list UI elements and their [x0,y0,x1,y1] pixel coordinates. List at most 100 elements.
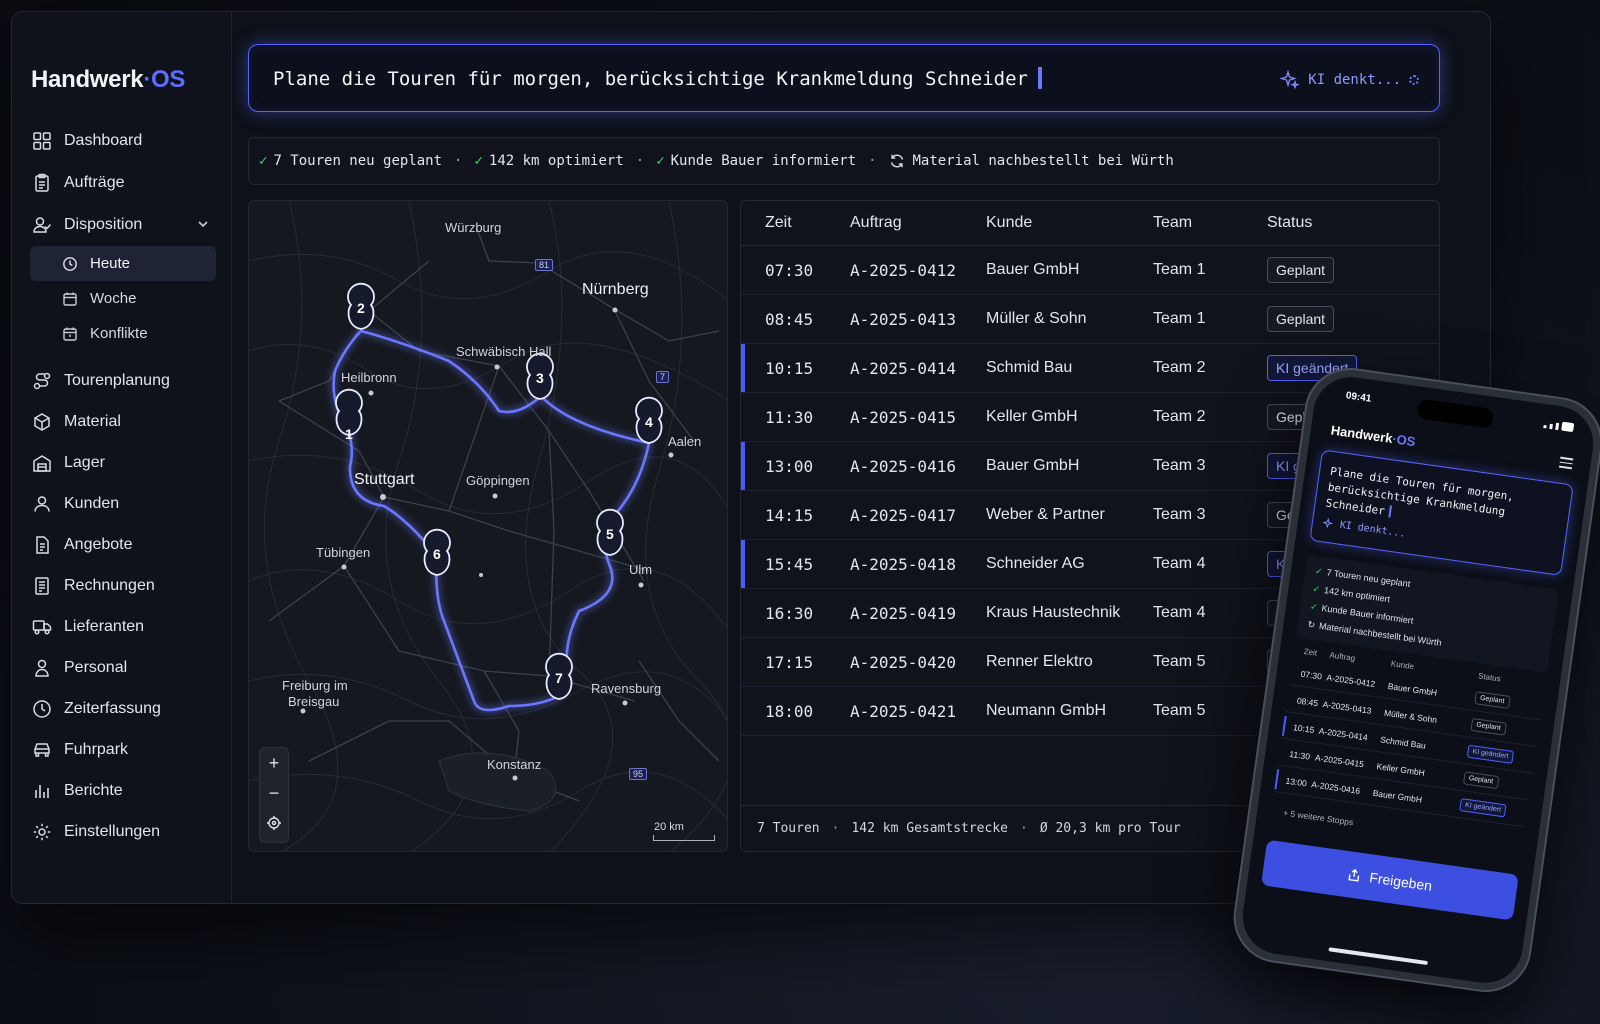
cell-customer: Keller GmbH [1375,760,1426,778]
route-marker-1[interactable]: 1 [345,426,353,442]
box-icon [32,412,52,432]
cell-order: A-2025-0412 [850,260,956,280]
status-badge: Geplant [1470,717,1507,736]
sidebar-item-rechnungen[interactable]: Rechnungen [12,565,232,606]
route-marker-4[interactable]: 4 [645,414,653,430]
check-icon: ✓ [1314,565,1324,577]
status-badge: Geplant [1474,691,1511,709]
share-icon [1348,868,1360,882]
cell-customer: Schmid Bau [986,359,1073,376]
sidebar-item-label: Material [64,412,121,430]
route-marker-3[interactable]: 3 [536,370,544,386]
cell-team: Team 5 [1153,653,1206,670]
column-header-auftrag[interactable]: Auftrag [850,214,986,232]
sidebar-subitem-woche[interactable]: Woche [30,281,216,316]
map-label-schwaebisch-hall: Schwäbisch Hall [456,344,552,359]
sidebar-item-personal[interactable]: Personal [12,647,232,688]
status-badge: Geplant [1267,257,1335,283]
sidebar-item-lieferanten[interactable]: Lieferanten [12,606,232,647]
zoom-in-button[interactable]: + [260,748,288,778]
sidebar-item-material[interactable]: Material [12,401,232,442]
route-marker-5[interactable]: 5 [606,526,614,542]
column-header-zeit[interactable]: Zeit [741,214,850,232]
highway-shield: 7 [656,371,670,383]
sidebar-item-label: Tourenplanung [64,372,170,389]
cell-team: Team 4 [1153,555,1206,572]
sidebar-item-auftraege[interactable]: Aufträge [12,162,232,204]
sidebar-item-label: Zeiterfassung [64,699,161,717]
cell-order: A-2025-0415 [850,407,956,427]
sidebar-subitem-label: Heute [90,255,131,272]
sidebar-item-label: Aufträge [64,174,125,191]
cell-customer: Schmid Bau [1379,733,1427,751]
refresh-icon [889,153,905,169]
sidebar-item-label: Personal [64,658,128,676]
app-logo[interactable]: Handwerk·OS [31,66,185,94]
sparkle-icon [1280,70,1301,90]
hamburger-menu-icon[interactable] [1559,456,1574,472]
route-marker-7[interactable]: 7 [555,670,563,686]
table-row[interactable]: 08:45 A-2025-0413 Müller & Sohn Team 1 Gepla… [741,295,1439,344]
cell-order: A-2025-0416 [850,456,956,476]
cell-time: 07:30 [765,260,814,280]
cell-customer: Müller & Sohn [986,310,1087,327]
sidebar-item-berichte[interactable]: Berichte [12,770,232,811]
sidebar-item-dashboard[interactable]: Dashboard [12,120,232,162]
column-header-team[interactable]: Team [1153,214,1267,232]
locate-button[interactable] [260,808,288,838]
map-label-goeppingen: Göppingen [466,473,530,488]
column-header-status[interactable]: Status [1267,214,1439,232]
cell-team: Team 2 [1153,359,1206,376]
cell-customer: Keller GmbH [986,408,1078,425]
cell-time: 13:00 [765,456,814,476]
cell-customer: Renner Elektro [986,653,1093,670]
sidebar-item-zeiterfassung[interactable]: Zeiterfassung [12,688,232,729]
cell-customer: Neumann GmbH [986,702,1107,719]
ai-prompt-input[interactable]: Plane die Touren für morgen, berücksicht… [248,44,1440,112]
sidebar-item-einstellungen[interactable]: Einstellungen [12,811,232,853]
invoice-icon [32,576,52,596]
cell-time: 15:45 [765,554,814,574]
sidebar-item-fuhrpark[interactable]: Fuhrpark [12,729,232,770]
table-row[interactable]: 07:30 A-2025-0412 Bauer GmbH Team 1 Geplant [741,246,1439,295]
cell-time: 14:15 [765,505,814,525]
cell-order: A-2025-0418 [850,554,956,574]
car-icon [32,740,52,760]
route-marker-6[interactable]: 6 [433,546,441,562]
cell-time: 10:15 [1292,721,1316,735]
users-icon [32,215,52,235]
route-map[interactable]: 1 2 3 4 5 6 7 Würzburg Nürnberg Schwäbis… [248,200,728,852]
release-button[interactable]: Freigeben [1260,839,1519,921]
warehouse-icon [32,453,52,473]
route-marker-2[interactable]: 2 [357,300,365,316]
cell-time: 16:30 [765,603,814,623]
home-indicator [1328,947,1428,966]
sidebar-subitem-konflikte[interactable]: Konflikte [30,316,216,351]
summary-item: Kunde Bauer informiert [670,153,857,169]
chevron-down-icon[interactable] [196,217,210,231]
map-zoom-controls: + − [259,747,289,843]
document-icon [32,535,52,555]
map-label-stuttgart: Stuttgart [354,471,415,488]
sidebar-item-lager[interactable]: Lager [12,442,232,483]
footer-stat: 142 km Gesamtstrecke [851,821,1008,836]
sidebar-item-angebote[interactable]: Angebote [12,524,232,565]
highway-shield: 95 [629,768,648,780]
zoom-out-button[interactable]: − [260,778,288,808]
sidebar-item-tourenplanung[interactable]: Tourenplanung [12,361,232,401]
cell-order: A-2025-0414 [1318,725,1369,743]
sidebar-item-kunden[interactable]: Kunden [12,483,232,524]
column-header-kunde[interactable]: Kunde [986,214,1153,232]
mobile-prompt-input[interactable]: Plane die Touren für morgen, berücksicht… [1309,449,1574,576]
cell-time: 18:00 [765,701,814,721]
map-canvas [249,201,727,851]
cell-order: A-2025-0416 [1310,778,1361,796]
more-stops-link[interactable]: + 5 weitere Stopps [1283,808,1354,828]
sidebar-item-disposition[interactable]: Disposition [12,204,232,246]
sidebar-subitem-heute[interactable]: Heute [30,246,216,281]
cell-time: 17:15 [765,652,814,672]
mobile-app-logo[interactable]: Handwerk·OS [1330,423,1417,450]
map-label-nuernberg: Nürnberg [582,281,649,298]
action-summary: ✓ 7 Touren neu geplant · ✓ 142 km optimier… [248,137,1440,185]
sparkle-icon [1322,517,1334,529]
